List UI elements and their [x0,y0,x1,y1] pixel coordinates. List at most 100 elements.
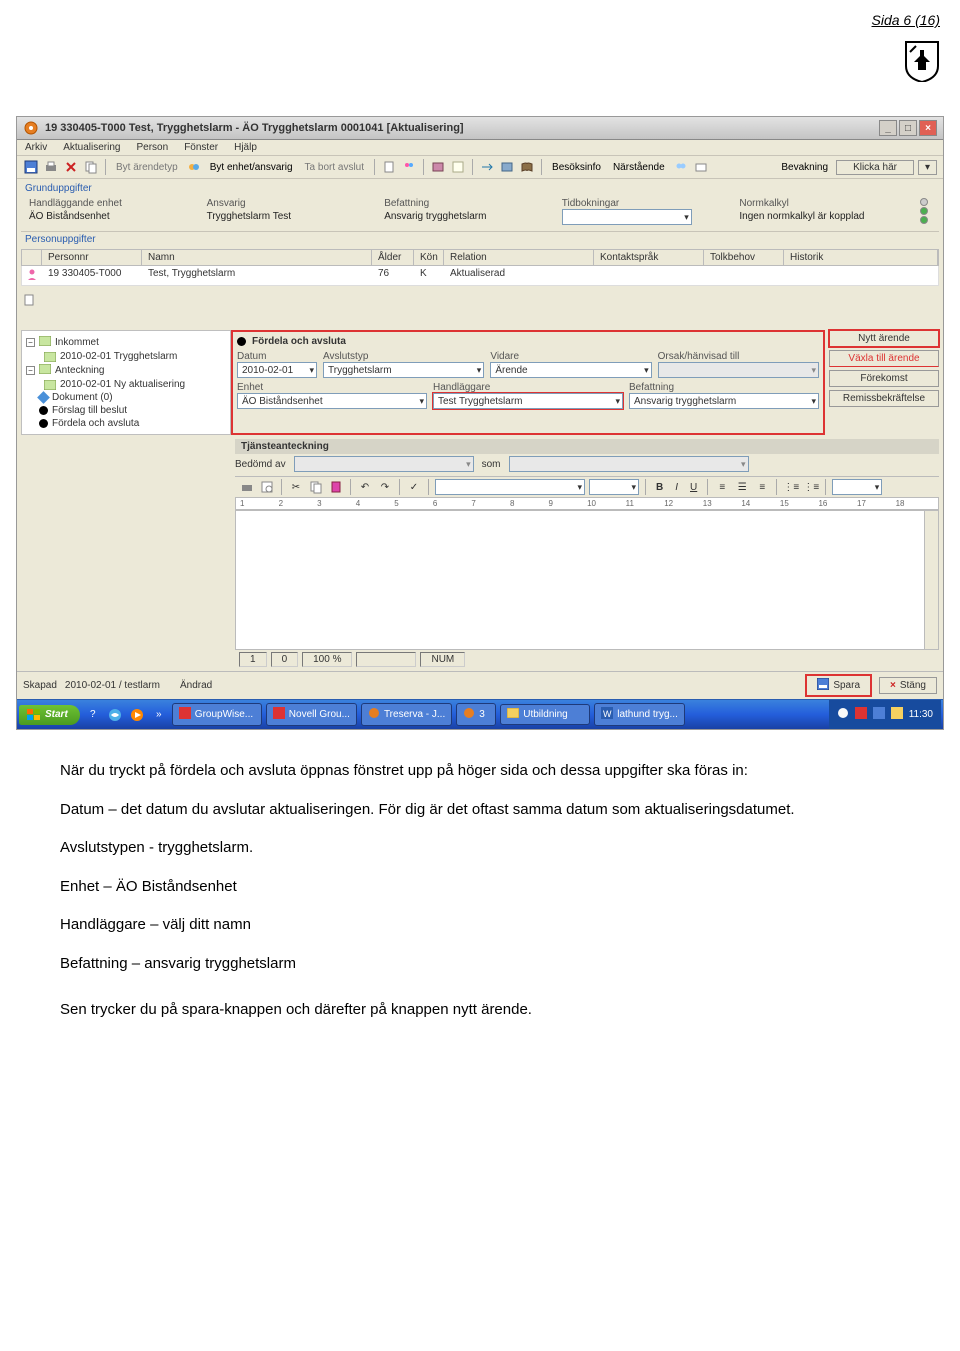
cut-icon[interactable]: ✂ [288,479,304,495]
family-icon[interactable] [401,159,417,175]
menu-arkiv[interactable]: Arkiv [25,142,47,153]
transfer-icon[interactable] [479,159,495,175]
dropdown-toggle-button[interactable]: ▾ [918,160,937,175]
vaxla-arende-button[interactable]: Växla till ärende [829,350,939,367]
tree-inkommet-child[interactable]: 2010-02-01 Trygghetslarm [26,350,226,363]
maximize-button[interactable]: □ [899,120,917,136]
bold-button[interactable]: B [652,482,667,493]
books-icon[interactable] [519,159,535,175]
print-icon[interactable] [43,159,59,175]
tray-icon[interactable] [891,707,903,722]
enhet-select[interactable]: ÄO Biståndsenhet [237,393,427,409]
editor-toolbar: ✂ ↶ ↷ ✓ B I U ≡ ☰ ≡ ⋮≡ ⋮≡ [235,476,939,497]
collapse-icon[interactable]: − [26,338,35,347]
zoom-select[interactable] [832,479,882,495]
redo-icon[interactable]: ↷ [377,479,393,495]
preview-icon[interactable] [259,479,275,495]
task-3[interactable]: 3 [456,703,496,726]
stang-button[interactable]: × Stäng [879,677,937,694]
task-groupwise[interactable]: GroupWise... [172,703,262,726]
list-numbers-icon[interactable]: ⋮≡ [803,479,819,495]
print2-icon[interactable] [239,479,255,495]
task-novell[interactable]: Novell Grou... [266,703,357,726]
card-icon[interactable] [693,159,709,175]
quicklaunch-more-icon[interactable]: » [150,706,168,724]
doc-icon[interactable] [381,159,397,175]
col-relation[interactable]: Relation [444,250,594,265]
align-right-icon[interactable]: ≡ [754,479,770,495]
book2-icon[interactable] [499,159,515,175]
text-editor[interactable] [235,510,939,650]
col-kontaktsprak[interactable]: Kontaktspråk [594,250,704,265]
nav-tree: − Inkommet 2010-02-01 Trygghetslarm − An… [21,330,231,435]
spellcheck-icon[interactable]: ✓ [406,479,422,495]
editor-statusbar: 1 0 100 % NUM [21,652,939,667]
menu-fonster[interactable]: Fönster [184,142,218,153]
toolbar-byt-enhet[interactable]: Byt enhet/ansvarig [206,162,297,173]
menu-hjalp[interactable]: Hjälp [234,142,257,153]
tray-icon[interactable] [855,707,867,722]
col-alder[interactable]: Ålder [372,250,414,265]
tree-inkommet[interactable]: − Inkommet [26,335,226,350]
start-button[interactable]: Start [19,705,80,725]
font-select[interactable] [435,479,585,495]
vidare-select[interactable]: Ärende [490,362,651,378]
underline-button[interactable]: U [686,482,701,493]
book-icon[interactable] [430,159,446,175]
tray-clock[interactable]: 11:30 [909,709,933,720]
toolbar-besoksinfo[interactable]: Besöksinfo [548,162,605,173]
col-personnr[interactable]: Personnr [42,250,142,265]
paste-icon[interactable] [328,479,344,495]
note-icon [44,380,56,390]
align-center-icon[interactable]: ☰ [734,479,750,495]
delete-icon[interactable] [63,159,79,175]
col-namn[interactable]: Namn [142,250,372,265]
task-treserva[interactable]: Treserva - J... [361,703,452,726]
nytt-arende-button[interactable]: Nytt ärende [829,330,939,347]
spara-button[interactable]: Spara [806,675,871,696]
tree-forslag[interactable]: Förslag till beslut [26,404,226,417]
copy2-icon[interactable] [308,479,324,495]
users-icon[interactable] [673,159,689,175]
list-bullets-icon[interactable]: ⋮≡ [783,479,799,495]
tree-dokument[interactable]: Dokument (0) [26,391,226,404]
size-select[interactable] [589,479,639,495]
minimize-button[interactable]: _ [879,120,897,136]
align-left-icon[interactable]: ≡ [714,479,730,495]
swap-icon[interactable] [186,159,202,175]
menu-aktualisering[interactable]: Aktualisering [63,142,120,153]
avslutstyp-select[interactable]: Trygghetslarm [323,362,484,378]
col-historik[interactable]: Historik [784,250,938,265]
undo-icon[interactable]: ↶ [357,479,373,495]
tidbokningar-combo[interactable] [562,209,692,225]
collapse-icon[interactable]: − [26,366,35,375]
form-befattning-select[interactable]: Ansvarig trygghetslarm [629,393,819,409]
tree-anteckning-child[interactable]: 2010-02-01 Ny aktualisering [26,378,226,391]
save-icon[interactable] [23,159,39,175]
task-utbildning[interactable]: Utbildning [500,704,590,725]
remissbekraftelse-button[interactable]: Remissbekräftelse [829,390,939,407]
tree-anteckning[interactable]: − Anteckning [26,363,226,378]
quicklaunch-help-icon[interactable]: ? [84,706,102,724]
forekomst-button[interactable]: Förekomst [829,370,939,387]
handlaggare-select[interactable]: Test Trygghetslarm [433,393,623,409]
table-row[interactable]: 19 330405-T000 Test, Trygghetslarm 76 K … [21,266,939,286]
col-kon[interactable]: Kön [414,250,444,265]
menu-person[interactable]: Person [137,142,169,153]
task-lathund[interactable]: W lathund tryg... [594,703,685,726]
doc-mini-icon[interactable] [21,292,37,308]
tree-fordela[interactable]: Fördela och avsluta [26,417,226,430]
klicka-har-button[interactable]: Klicka här [836,160,914,175]
col-tolkbehov[interactable]: Tolkbehov [704,250,784,265]
quicklaunch-ie-icon[interactable] [106,706,124,724]
tray-icon[interactable] [837,707,849,722]
datum-input[interactable]: 2010-02-01 [237,362,317,378]
copy-icon[interactable] [83,159,99,175]
close-button[interactable]: × [919,120,937,136]
italic-button[interactable]: I [671,482,682,493]
scrollbar[interactable] [924,511,938,649]
toolbar-narstaende[interactable]: Närstående [609,162,669,173]
tray-icon[interactable] [873,707,885,722]
quicklaunch-media-icon[interactable] [128,706,146,724]
note-icon[interactable] [450,159,466,175]
